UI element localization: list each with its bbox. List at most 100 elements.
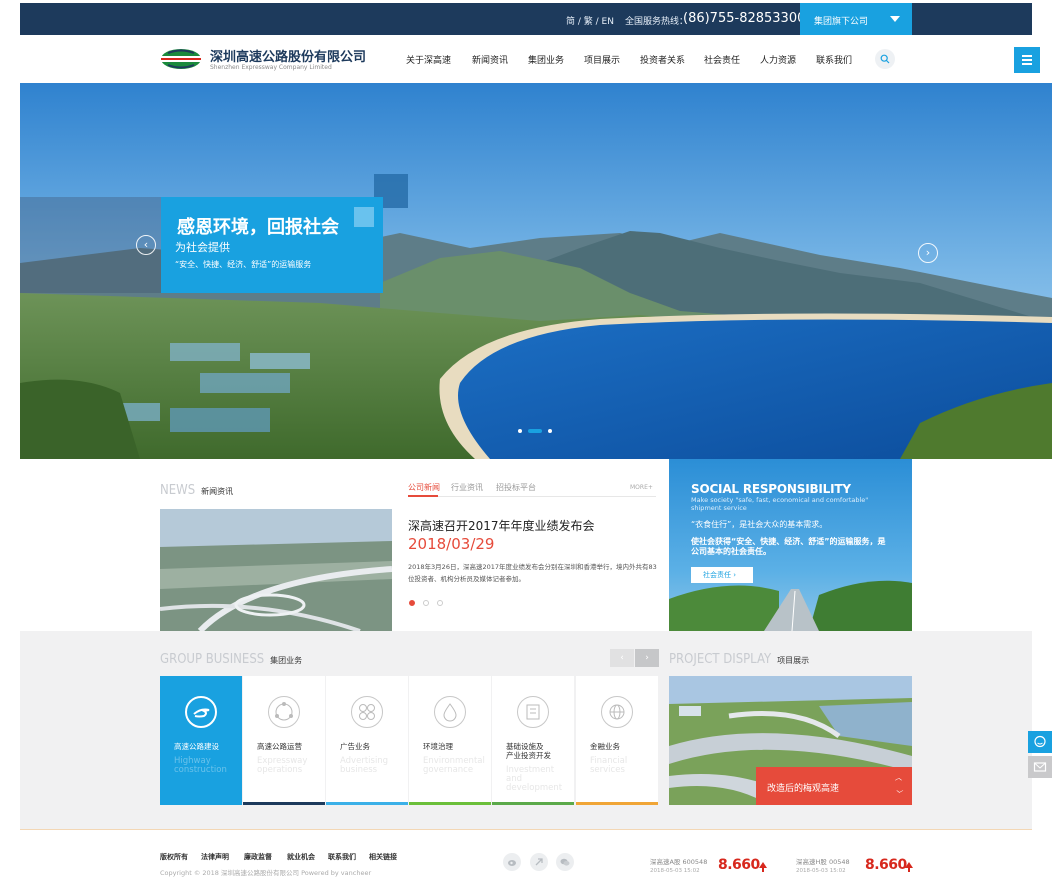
chevron-up-icon[interactable]: ︿ <box>895 773 902 783</box>
business-label-en: Highway construction <box>174 756 227 775</box>
nav-about[interactable]: 关于深高速 <box>406 53 451 66</box>
news-image[interactable] <box>160 509 392 631</box>
social-line-1: “衣食住行”，是社会大众的基本需求。 <box>691 520 828 529</box>
page: 简 / 繁 / EN 全国服务热线： (86)755-82853300 集团旗下… <box>0 0 1052 880</box>
chevron-down-icon[interactable]: ﹀ <box>895 789 902 799</box>
menu-icon <box>1022 55 1032 57</box>
banner-dot[interactable] <box>518 429 522 433</box>
news-dot[interactable] <box>437 600 443 606</box>
business-next-button[interactable]: › <box>635 649 659 667</box>
social-title: SOCIAL RESPONSIBILITY <box>691 482 851 496</box>
business-card-infrastructure[interactable]: 基础设施及 产业投资开发 Investment and development <box>492 676 574 805</box>
stock-h-price: 8.660 <box>865 857 907 873</box>
group-business-heading-cn: 集团业务 <box>270 656 303 665</box>
business-label: 高速公路建设 <box>174 742 219 751</box>
business-label: 广告业务 <box>340 742 370 751</box>
water-drop-icon <box>434 696 466 728</box>
weibo-icon <box>508 860 516 866</box>
network-icon <box>268 696 300 728</box>
banner-dot-active[interactable] <box>528 429 542 433</box>
business-card-expressway-operations[interactable]: 高速公路运营 Expressway operations <box>243 676 325 805</box>
business-card-bar <box>492 802 574 805</box>
social-responsibility-button[interactable]: 社会责任 › <box>691 567 753 583</box>
tab-industry-news[interactable]: 行业资讯 <box>451 482 483 493</box>
business-card-advertising[interactable]: 广告业务 Advertising business <box>326 676 408 805</box>
logo-company-name[interactable]: 深圳高速公路股份有限公司 <box>210 46 366 65</box>
banner-decor-square-small <box>354 207 374 227</box>
banner-prev-button[interactable]: ‹ <box>136 235 156 255</box>
business-card-bar <box>160 802 242 805</box>
news-summary: 2018年3月26日，深高速2017年度业绩发布会分别在深圳和香港举行，境内外共… <box>408 563 657 583</box>
business-card-financial[interactable]: 金融业务 Financial services <box>576 676 658 805</box>
business-card-bar <box>326 802 408 805</box>
social-subtitle-en: Make society "safe, fast, economical and… <box>691 496 869 512</box>
banner-slogan-box: 感恩环境，回报社会 为社会提供 “安全、快捷、经济、舒适”的运输服务 <box>161 197 383 293</box>
news-dot[interactable] <box>423 600 429 606</box>
hotline-label: 全国服务热线： <box>625 17 689 27</box>
copyright-text: Copyright © 2018 深圳高速公路股份有限公司 Powered by… <box>160 869 372 877</box>
nav-investors[interactable]: 投资者关系 <box>640 53 685 66</box>
wechat-button[interactable] <box>556 853 574 871</box>
project-heading-cn: 项目展示 <box>777 656 810 665</box>
nav-contact[interactable]: 联系我们 <box>816 53 852 66</box>
news-dot-active[interactable] <box>409 600 415 606</box>
share-button[interactable] <box>530 853 548 871</box>
news-heading-en: NEWS <box>160 483 196 498</box>
group-business-heading-en: GROUP BUSINESS <box>160 652 265 667</box>
footer-link-related[interactable]: 相关链接 <box>369 852 397 862</box>
online-chat-button[interactable] <box>1028 731 1052 753</box>
top-bar: 简 / 繁 / EN 全国服务热线： (86)755-82853300 集团旗下… <box>20 3 1032 35</box>
social-line-2: 使社会获得“安全、快捷、经济、舒适”的运输服务，是公司基本的社会责任。 <box>691 537 886 556</box>
banner-title: 感恩环境，回报社会 <box>177 217 339 238</box>
business-label: 高速公路运营 <box>257 742 302 751</box>
logo-icon[interactable] <box>160 48 202 70</box>
nav-projects[interactable]: 项目展示 <box>584 53 620 66</box>
business-card-highway-construction[interactable]: 高速公路建设 Highway construction <box>160 676 242 805</box>
language-switch[interactable]: 简 / 繁 / EN <box>566 14 614 27</box>
nav-news[interactable]: 新闻资讯 <box>472 53 508 66</box>
footer-link-jobs[interactable]: 就业机会 <box>287 852 315 862</box>
wechat-icon <box>560 858 570 866</box>
news-section-heading: NEWS 新闻资讯 <box>160 479 233 498</box>
message-button[interactable] <box>1028 756 1052 778</box>
business-label-en: Environmental governance <box>423 756 485 775</box>
nav-business[interactable]: 集团业务 <box>528 53 564 66</box>
search-icon <box>880 54 890 64</box>
share-icon <box>535 858 543 866</box>
weibo-button[interactable] <box>503 853 521 871</box>
tab-bidding[interactable]: 招投标平台 <box>496 482 536 493</box>
footer-link-integrity[interactable]: 廉政监督 <box>244 852 272 862</box>
business-card-environmental[interactable]: 环境治理 Environmental governance <box>409 676 491 805</box>
banner-next-button[interactable]: › <box>918 243 938 263</box>
stock-h-date: 2018-05-03 15:02 <box>796 868 846 874</box>
business-label: 环境治理 <box>423 742 453 751</box>
business-label: 基础设施及 产业投资开发 <box>506 742 551 760</box>
tab-company-news[interactable]: 公司新闻 <box>408 482 440 493</box>
chevron-left-icon: ‹ <box>143 238 149 251</box>
chat-icon <box>1034 735 1046 748</box>
news-photo-highway <box>160 509 392 631</box>
logo-company-name-en: Shenzhen Expressway Company Limited <box>210 64 332 71</box>
chevron-down-icon <box>890 16 900 22</box>
project-display-heading: PROJECT DISPLAY 项目展示 <box>669 648 809 667</box>
footer-link-legal[interactable]: 法律声明 <box>201 852 229 862</box>
news-headline[interactable]: 深高速召开2017年年度业绩发布会 <box>408 517 595 534</box>
business-prev-button[interactable]: ‹ <box>610 649 634 667</box>
advertising-icon <box>351 696 383 728</box>
nav-hr[interactable]: 人力资源 <box>760 53 796 66</box>
menu-button[interactable] <box>1014 47 1040 73</box>
building-icon <box>517 696 549 728</box>
project-caption-box[interactable]: 改造后的梅观高速 ︿ ﹀ <box>756 767 912 805</box>
group-companies-label: 集团旗下公司 <box>814 17 869 27</box>
news-more-link[interactable]: MORE+ <box>630 484 653 491</box>
search-button[interactable] <box>875 49 895 69</box>
footer-link-copyright[interactable]: 版权所有 <box>160 852 188 862</box>
group-companies-dropdown[interactable]: 集团旗下公司 <box>800 3 912 35</box>
stock-a-date: 2018-05-03 15:02 <box>650 868 700 874</box>
stock-h-label: 深高速H股 00548 <box>796 858 850 866</box>
banner-dot[interactable] <box>548 429 552 433</box>
nav-social-responsibility[interactable]: 社会责任 <box>704 53 740 66</box>
tabs-divider <box>408 496 656 497</box>
news-date: 2018/03/29 <box>408 535 495 553</box>
footer-link-contact[interactable]: 联系我们 <box>328 852 356 862</box>
